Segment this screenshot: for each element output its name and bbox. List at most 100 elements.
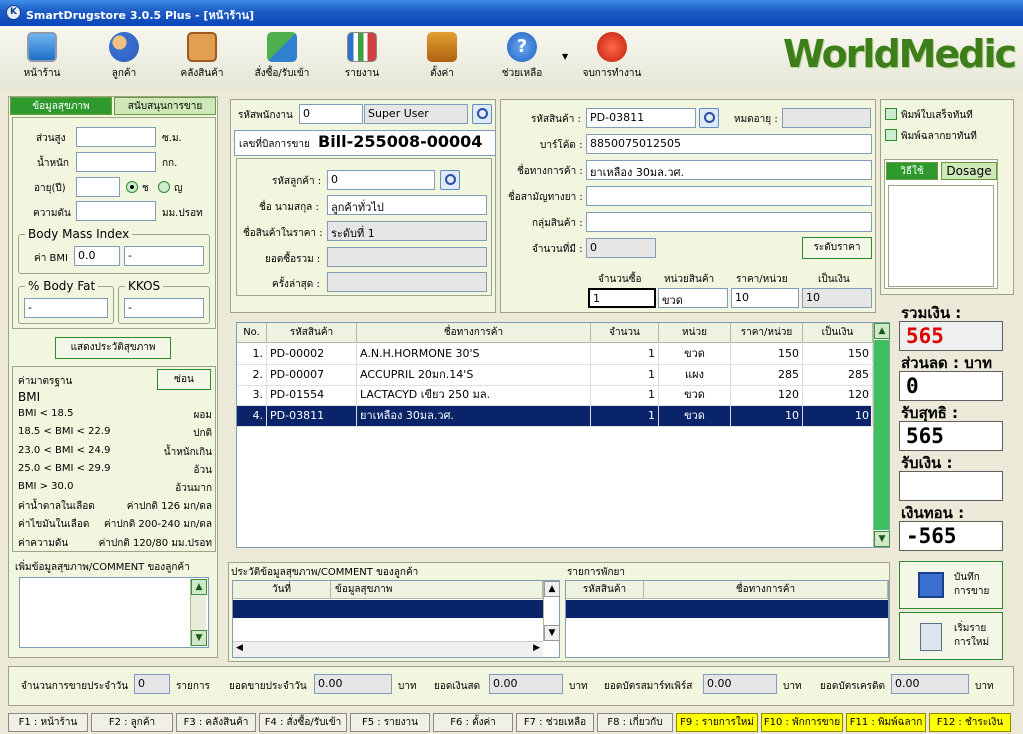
unit-select[interactable]: ขวด bbox=[658, 288, 728, 308]
female-radio[interactable] bbox=[158, 181, 170, 193]
height-input[interactable] bbox=[76, 127, 156, 147]
qty-input[interactable]: 1 bbox=[588, 288, 656, 308]
weight-input[interactable] bbox=[76, 152, 156, 172]
fkey-f11[interactable]: F11 : พิมพ์ฉลาก bbox=[846, 713, 926, 732]
tab-usage[interactable]: วิธีใช้ bbox=[886, 162, 938, 180]
history-hscrollbar[interactable]: ◀ ▶ bbox=[233, 641, 543, 657]
discount-input[interactable]: 0 bbox=[899, 371, 1003, 401]
table-cell: 1. bbox=[237, 344, 267, 364]
fkey-f6[interactable]: F6 : ตั้งค่า bbox=[433, 713, 513, 732]
tab-sales-support[interactable]: สนับสนุนการขาย bbox=[114, 97, 216, 115]
customer-id-input[interactable]: 0 bbox=[327, 170, 435, 190]
toolbar-customers-button[interactable]: ลูกค้า bbox=[86, 32, 162, 88]
scroll-up-icon[interactable]: ▲ bbox=[544, 581, 560, 597]
tab-health-info[interactable]: ข้อมูลสุขภาพ bbox=[10, 97, 112, 115]
standard-name: BMI < 18.5 bbox=[18, 408, 74, 420]
table-cell: 10 bbox=[731, 405, 803, 426]
hold-selected-row[interactable] bbox=[566, 600, 888, 618]
unit-price-input[interactable]: 10 bbox=[731, 288, 799, 308]
show-health-history-button[interactable]: แสดงประวัติสุขภาพ bbox=[55, 337, 171, 359]
table-cell: 10 bbox=[803, 405, 873, 426]
items-scrollbar[interactable]: ▲ ▼ bbox=[873, 323, 890, 547]
fkey-f3[interactable]: F3 : คลังสินค้า bbox=[176, 713, 256, 732]
male-radio[interactable] bbox=[126, 181, 138, 193]
toolbar-purchase-button[interactable]: สั่งซื้อ/รับเข้า bbox=[244, 32, 320, 88]
window-title: SmartDrugstore 3.0.5 Plus - [หน้าร้าน] bbox=[26, 9, 255, 22]
standard-row: BMI < 18.5 ผอม bbox=[18, 408, 214, 426]
fkey-f10[interactable]: F10 : พักการขาย bbox=[761, 713, 843, 732]
table-row[interactable]: 1. PD-00002 A.N.H.HORMONE 30'S 1 ขวด 150 150 bbox=[237, 344, 873, 365]
table-row[interactable]: 2. PD-00007 ACCUPRIL 20มก.14'S 1 แผง 285 285 bbox=[237, 364, 873, 386]
scroll-up-icon[interactable]: ▲ bbox=[191, 579, 207, 595]
print-label-checkbox[interactable]: พิมพ์ฉลากยาทันที bbox=[885, 129, 977, 144]
table-cell: PD-01554 bbox=[267, 385, 357, 406]
daily-credit: 0.00 bbox=[891, 674, 969, 694]
standard-value: อ้วน bbox=[193, 464, 212, 476]
history-selected-row[interactable] bbox=[233, 600, 543, 618]
scroll-down-icon[interactable]: ▼ bbox=[544, 625, 560, 641]
scroll-up-icon[interactable]: ▲ bbox=[874, 323, 890, 339]
table-row[interactable]: 4. PD-03811 ยาเหลือง 30มล.วศ. 1 ขวด 10 10 bbox=[237, 405, 873, 427]
hold-col-code: รหัสสินค้า bbox=[566, 581, 644, 599]
power-icon bbox=[597, 32, 627, 62]
table-cell: 120 bbox=[731, 385, 803, 406]
fkey-f9[interactable]: F9 : รายการใหม่ bbox=[676, 713, 758, 732]
col-qty: จำนวน bbox=[591, 323, 659, 343]
bp-input[interactable] bbox=[76, 201, 156, 221]
bmi-description: - bbox=[124, 246, 204, 266]
stock-qty: 0 bbox=[586, 238, 656, 258]
scroll-down-icon[interactable]: ▼ bbox=[191, 630, 207, 646]
toolbar-warehouse-button[interactable]: คลังสินค้า bbox=[164, 32, 240, 88]
save-sale-button[interactable]: บันทึก การขาย bbox=[899, 561, 1003, 609]
fkey-f1[interactable]: F1 : หน้าร้าน bbox=[8, 713, 88, 732]
fkey-f4[interactable]: F4 : สั่งซื้อ/รับเข้า bbox=[259, 713, 347, 732]
received-input[interactable] bbox=[899, 471, 1003, 501]
toolbar-storefront-button[interactable]: หน้าร้าน bbox=[4, 32, 80, 88]
fkey-f8[interactable]: F8 : เกี่ยวกับ bbox=[597, 713, 673, 732]
fkey-f12[interactable]: F12 : ชำระเงิน bbox=[929, 713, 1011, 732]
cash-label: ยอดเงินสด bbox=[434, 681, 481, 692]
table-cell: 285 bbox=[731, 364, 803, 385]
scroll-thumb[interactable] bbox=[874, 340, 889, 530]
scroll-down-icon[interactable]: ▼ bbox=[874, 531, 890, 547]
fkey-f7[interactable]: F7 : ช่วยเหลือ bbox=[516, 713, 594, 732]
product-search-icon[interactable] bbox=[699, 108, 719, 128]
col-trade-name: ชื่อทางการค้า bbox=[357, 323, 591, 343]
bill-number: Bill-255008-00004 bbox=[318, 132, 483, 151]
table-row[interactable]: 3. PD-01554 LACTACYD เขียว 250 มล. 1 ขวด 120 1… bbox=[237, 385, 873, 407]
barcode-input[interactable]: 8850075012505 bbox=[586, 134, 872, 154]
price-level-button[interactable]: ระดับราคา bbox=[802, 237, 872, 259]
employee-search-icon[interactable] bbox=[472, 104, 492, 124]
fkey-f2[interactable]: F2 : ลูกค้า bbox=[91, 713, 173, 732]
toolbar-report-button[interactable]: รายงาน bbox=[324, 32, 400, 88]
toolbar-settings-button[interactable]: ตั้งค่า bbox=[404, 32, 480, 88]
daily-cash: 0.00 bbox=[489, 674, 563, 694]
age-input[interactable] bbox=[76, 177, 120, 197]
new-sale-button[interactable]: เริ่มราย การใหม่ bbox=[899, 612, 1003, 660]
table-cell: 1 bbox=[591, 385, 659, 406]
table-cell: 4. bbox=[237, 405, 267, 426]
history-scrollbar[interactable]: ▲ ▼ bbox=[543, 581, 560, 641]
baht-label: บาท bbox=[975, 681, 994, 692]
toolbar-exit-button[interactable]: จบการทำงาน bbox=[574, 32, 650, 88]
col-code: รหัสสินค้า bbox=[267, 323, 357, 343]
print-receipt-checkbox[interactable]: พิมพ์ใบเสร็จทันที bbox=[885, 108, 973, 123]
comment-scrollbar[interactable]: ▲ ▼ bbox=[190, 579, 207, 646]
standard-row: 25.0 < BMI < 29.9 อ้วน bbox=[18, 463, 214, 481]
hide-button[interactable]: ซ่อน bbox=[157, 369, 211, 390]
help-dropdown-icon[interactable]: ▼ bbox=[562, 52, 568, 61]
comment-textarea[interactable] bbox=[19, 577, 209, 648]
tab-dosage[interactable]: Dosage bbox=[941, 162, 997, 180]
fkey-f5[interactable]: F5 : รายงาน bbox=[350, 713, 430, 732]
total-purchase bbox=[327, 247, 487, 267]
credit-label: ยอดบัตรเครดิต bbox=[820, 681, 886, 692]
col-unit: หน่วย bbox=[659, 323, 731, 343]
hold-title: รายการพักยา bbox=[567, 567, 626, 578]
qty-label: จำนวนซื้อ bbox=[598, 274, 642, 285]
customer-search-icon[interactable] bbox=[440, 170, 460, 190]
employee-id-input[interactable]: 0 bbox=[299, 104, 363, 124]
height-unit: ซ.ม. bbox=[162, 133, 182, 144]
toolbar-help-button[interactable]: ? ช่วยเหลือ bbox=[484, 32, 560, 88]
table-cell: แผง bbox=[659, 364, 731, 385]
product-code-input[interactable]: PD-03811 bbox=[586, 108, 696, 128]
